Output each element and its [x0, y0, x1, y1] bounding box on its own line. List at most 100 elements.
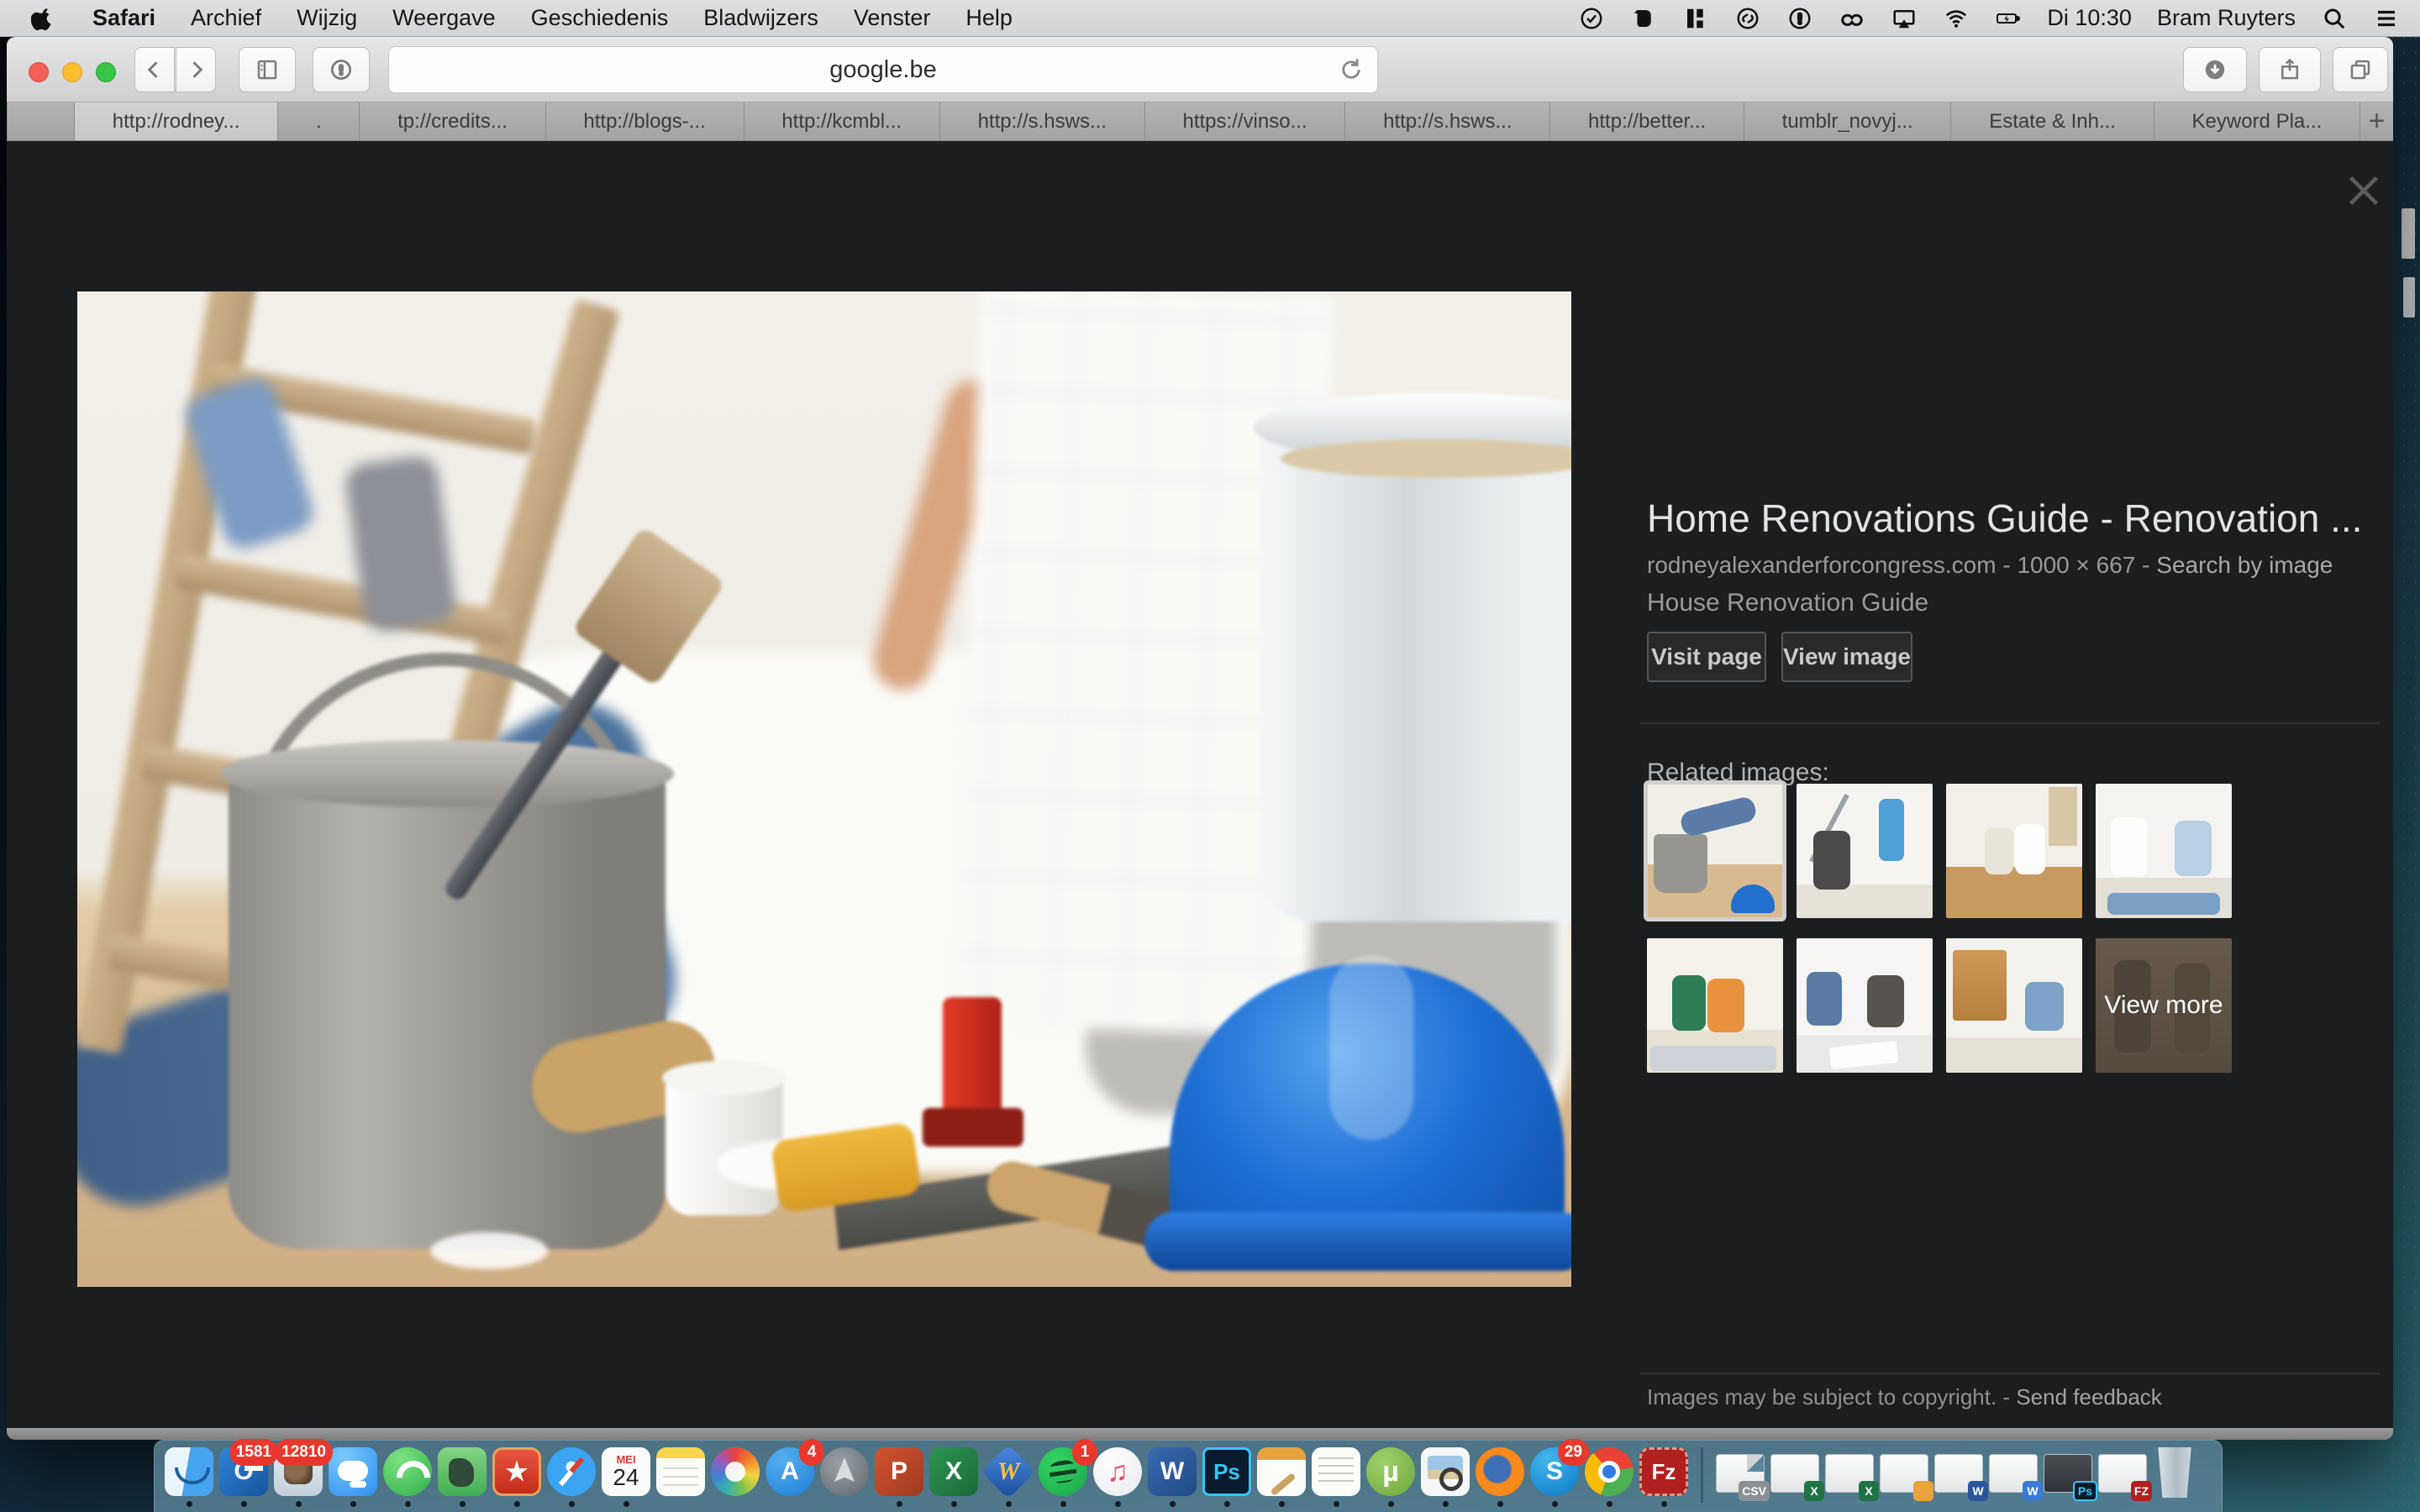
wifi-icon[interactable]: [1943, 5, 1970, 32]
tab-blogs[interactable]: http://blogs-...: [545, 102, 744, 140]
creative-cloud-icon[interactable]: [1839, 5, 1865, 32]
share-button[interactable]: [2259, 47, 2321, 92]
onepassword-icon[interactable]: [1786, 5, 1813, 32]
dock-preview[interactable]: [1421, 1447, 1470, 1496]
airplay-display-icon[interactable]: [1891, 5, 1918, 32]
dock-min-word[interactable]: W: [1934, 1447, 1983, 1496]
related-thumbnail[interactable]: [1797, 784, 1933, 918]
menu-app-name[interactable]: Safari: [92, 5, 155, 31]
dock-min-wgem[interactable]: W: [1989, 1447, 2038, 1496]
notification-center-icon[interactable]: [2373, 5, 2400, 32]
dock-chrome[interactable]: [1585, 1447, 1634, 1496]
dock-powerpoint[interactable]: P: [875, 1447, 923, 1496]
tab-estate[interactable]: Estate & Inh...: [1950, 102, 2153, 140]
battery-charging-icon[interactable]: [1995, 5, 2022, 32]
dock-min-photoshop[interactable]: Ps: [2044, 1447, 2092, 1496]
tab-hsws-1[interactable]: http://s.hsws...: [939, 102, 1144, 140]
dock-photoshop[interactable]: Ps: [1202, 1447, 1251, 1496]
menubar-clock[interactable]: Di 10:30: [2047, 5, 2132, 31]
dock-firefox[interactable]: [1476, 1447, 1524, 1496]
back-button[interactable]: [134, 47, 175, 92]
dock-phone[interactable]: [383, 1447, 432, 1496]
dock-app-store[interactable]: A4: [765, 1447, 814, 1496]
shazam-icon[interactable]: [1734, 5, 1761, 32]
dock-notes[interactable]: [656, 1447, 705, 1496]
related-thumbnail-current[interactable]: [1647, 784, 1783, 918]
panels-icon[interactable]: [1682, 5, 1709, 32]
dock-min-filezilla[interactable]: FZ: [2098, 1447, 2147, 1496]
related-thumbnail[interactable]: [1797, 938, 1933, 1073]
related-thumbnail[interactable]: [1946, 938, 2082, 1073]
forward-button[interactable]: [176, 47, 216, 92]
search-by-image-link[interactable]: Search by image: [2156, 552, 2333, 578]
dock-messages[interactable]: [329, 1447, 377, 1496]
dock-trash[interactable]: [2153, 1447, 2202, 1496]
dock-calendar[interactable]: MEI24: [602, 1447, 650, 1496]
minimize-window-button[interactable]: [62, 62, 82, 82]
related-thumbnail[interactable]: [1946, 784, 2082, 918]
dock-itunes[interactable]: ♫: [1093, 1447, 1142, 1496]
menu-item-bladwijzers[interactable]: Bladwijzers: [703, 5, 818, 31]
dock-filezilla[interactable]: Fz: [1639, 1447, 1688, 1496]
dock-spotify[interactable]: 1: [1039, 1447, 1087, 1496]
evernote-icon[interactable]: [1630, 5, 1657, 32]
menu-item-weergave[interactable]: Weergave: [392, 5, 496, 31]
onepassword-toolbar-button[interactable]: [313, 47, 370, 92]
dock-word[interactable]: W: [1148, 1447, 1197, 1496]
dock-mail[interactable]: 12810: [274, 1447, 323, 1496]
dock-finder[interactable]: [165, 1447, 213, 1496]
dock-textedit[interactable]: [1312, 1447, 1360, 1496]
menu-item-archief[interactable]: Archief: [191, 5, 261, 31]
menu-item-venster[interactable]: Venster: [854, 5, 931, 31]
spotlight-search-icon[interactable]: [2321, 5, 2348, 32]
related-thumbnail[interactable]: [2096, 784, 2232, 918]
sidebar-button[interactable]: [239, 47, 296, 92]
tab-tumblr[interactable]: tumblr_novyj...: [1744, 102, 1951, 140]
menu-item-wijzig[interactable]: Wijzig: [297, 5, 357, 31]
dock-wunderlist[interactable]: ★: [492, 1447, 541, 1496]
dock-launchpad[interactable]: [820, 1447, 869, 1496]
view-more-label[interactable]: View more: [2096, 938, 2232, 1073]
downloads-button[interactable]: [2183, 47, 2247, 92]
menubar-user[interactable]: Bram Ruyters: [2157, 5, 2296, 31]
main-image[interactable]: [77, 291, 1571, 1287]
dock-skype[interactable]: S29: [1530, 1447, 1579, 1496]
send-feedback-link[interactable]: Send feedback: [2016, 1384, 2161, 1410]
dock-min-excel-2[interactable]: X: [1825, 1447, 1874, 1496]
tab-better[interactable]: http://better...: [1549, 102, 1744, 140]
tab-vinso[interactable]: https://vinso...: [1144, 102, 1345, 140]
menu-item-help[interactable]: Help: [965, 5, 1013, 31]
visit-page-button[interactable]: Visit page: [1647, 632, 1766, 682]
zoom-window-button[interactable]: [96, 62, 116, 82]
address-bar[interactable]: google.be: [388, 46, 1378, 93]
dock-pages[interactable]: [1257, 1447, 1306, 1496]
close-icon[interactable]: [2344, 171, 2383, 210]
tab-hsws-2[interactable]: http://s.hsws...: [1344, 102, 1549, 140]
dock-photos[interactable]: [711, 1447, 760, 1496]
tab-kcmbl[interactable]: http://kcmbl...: [744, 102, 939, 140]
dock-utorrent[interactable]: µ: [1366, 1447, 1415, 1496]
tab-partial[interactable]: [7, 102, 74, 140]
apple-menu-icon[interactable]: [30, 5, 57, 32]
related-thumbnail[interactable]: [1647, 938, 1783, 1073]
dock-min-pages[interactable]: [1880, 1447, 1928, 1496]
tab-keyword[interactable]: Keyword Pla...: [2154, 102, 2360, 140]
close-window-button[interactable]: [29, 62, 49, 82]
dock-excel[interactable]: X: [929, 1447, 978, 1496]
dock-safari[interactable]: [547, 1447, 596, 1496]
tab-dot[interactable]: .: [277, 102, 359, 140]
todo-check-icon[interactable]: [1578, 5, 1605, 32]
view-more-thumbnail[interactable]: View more: [2096, 938, 2232, 1073]
new-tab-button[interactable]: +: [2360, 102, 2393, 140]
tab-credits[interactable]: tp://credits...: [359, 102, 544, 140]
dock-evernote[interactable]: [438, 1447, 487, 1496]
dock-min-csv[interactable]: CSV: [1716, 1447, 1765, 1496]
dock-w-gem[interactable]: W: [984, 1447, 1033, 1496]
dock-min-excel-1[interactable]: X: [1770, 1447, 1819, 1496]
tab-overview-button[interactable]: [2333, 47, 2388, 92]
view-image-button[interactable]: View image: [1781, 632, 1912, 682]
dock-outlook[interactable]: O1581: [219, 1447, 268, 1496]
menu-item-geschiedenis[interactable]: Geschiedenis: [531, 5, 669, 31]
reload-icon[interactable]: [1337, 55, 1365, 84]
tab-rodney[interactable]: http://rodney...: [74, 102, 277, 140]
